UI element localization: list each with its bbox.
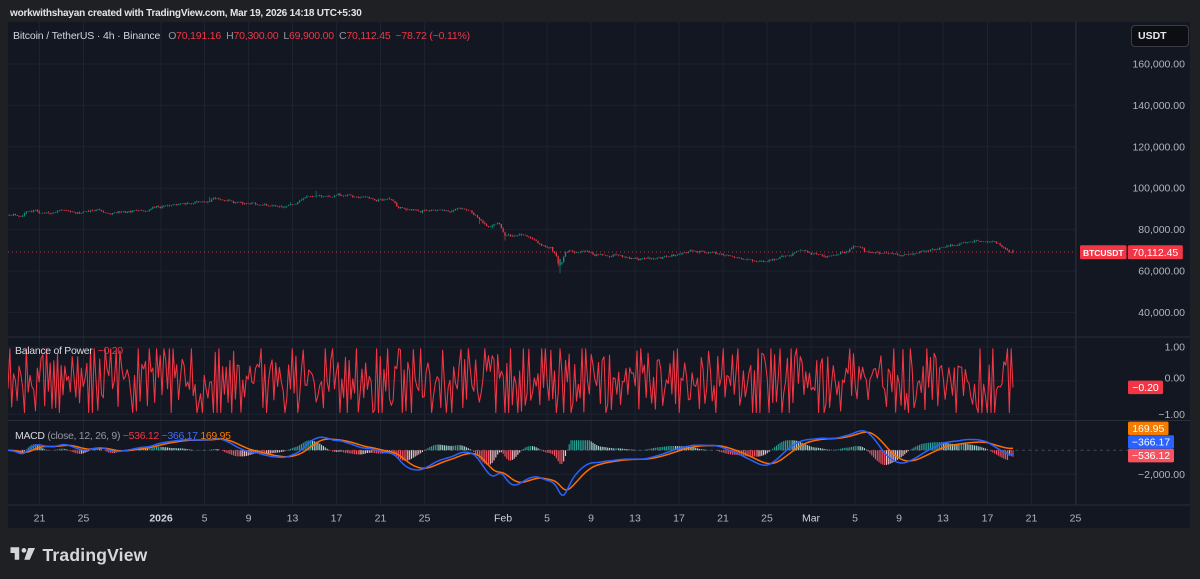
svg-text:Mar: Mar — [802, 513, 821, 525]
svg-text:13: 13 — [629, 513, 641, 525]
svg-text:80,000.00: 80,000.00 — [1138, 224, 1185, 236]
svg-text:9: 9 — [588, 513, 594, 525]
svg-text:40,000.00: 40,000.00 — [1138, 307, 1185, 319]
svg-text:25: 25 — [78, 513, 90, 525]
svg-text:−0.20: −0.20 — [1132, 382, 1159, 394]
svg-text:Feb: Feb — [494, 513, 512, 525]
svg-text:17: 17 — [673, 513, 685, 525]
svg-text:100,000.00: 100,000.00 — [1132, 183, 1185, 195]
svg-text:0.00: 0.00 — [1165, 372, 1186, 384]
svg-text:13: 13 — [937, 513, 949, 525]
svg-text:21: 21 — [375, 513, 387, 525]
svg-text:2026: 2026 — [149, 513, 173, 525]
svg-text:25: 25 — [1070, 513, 1082, 525]
svg-text:−1.00: −1.00 — [1158, 409, 1185, 421]
svg-text:5: 5 — [544, 513, 550, 525]
svg-text:17: 17 — [982, 513, 994, 525]
svg-text:BTCUSDT: BTCUSDT — [1083, 248, 1124, 258]
svg-text:9: 9 — [246, 513, 252, 525]
svg-text:21: 21 — [717, 513, 729, 525]
svg-text:120,000.00: 120,000.00 — [1132, 141, 1185, 153]
svg-text:60,000.00: 60,000.00 — [1138, 266, 1185, 278]
svg-text:25: 25 — [419, 513, 431, 525]
svg-text:9: 9 — [896, 513, 902, 525]
svg-text:160,000.00: 160,000.00 — [1132, 59, 1185, 71]
svg-text:70,112.45: 70,112.45 — [1132, 247, 1178, 259]
svg-text:25: 25 — [761, 513, 773, 525]
svg-text:21: 21 — [34, 513, 46, 525]
svg-text:140,000.00: 140,000.00 — [1132, 100, 1185, 112]
svg-text:−366.17: −366.17 — [1132, 437, 1170, 449]
svg-text:169.95: 169.95 — [1132, 423, 1164, 435]
svg-text:1.00: 1.00 — [1165, 342, 1186, 354]
svg-text:13: 13 — [287, 513, 299, 525]
svg-text:5: 5 — [202, 513, 208, 525]
svg-text:−536.12: −536.12 — [1132, 450, 1170, 462]
svg-text:21: 21 — [1026, 513, 1038, 525]
svg-text:17: 17 — [331, 513, 343, 525]
svg-text:−2,000.00: −2,000.00 — [1138, 469, 1185, 481]
svg-text:5: 5 — [852, 513, 858, 525]
